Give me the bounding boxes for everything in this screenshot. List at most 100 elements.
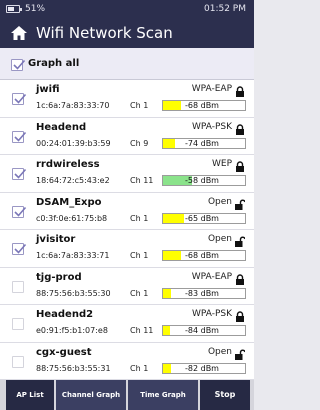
home-icon[interactable] (10, 25, 28, 41)
unlock-icon (235, 233, 246, 247)
network-checkbox[interactable] (12, 130, 27, 143)
signal-dbm: -82 dBm (185, 363, 219, 373)
signal-bar: -65 dBm (162, 212, 246, 224)
graph-all-toggle[interactable]: Graph all (0, 48, 254, 80)
network-ssid: jwifi (36, 84, 60, 95)
stop-button[interactable]: Stop (200, 380, 250, 410)
unlock-icon (235, 196, 246, 210)
status-bar: 51% 01:52 PM (0, 0, 254, 18)
network-ssid: tjg-prod (36, 271, 82, 283)
network-checkbox[interactable] (12, 355, 24, 368)
battery-percent: 51% (25, 4, 46, 14)
check-icon (14, 93, 27, 104)
network-security: WPA-PSK (192, 121, 232, 132)
signal-dbm: -83 dBm (185, 288, 219, 298)
signal-fill (163, 101, 182, 110)
network-mac: 00:24:01:39:b3:59 (36, 138, 111, 148)
network-security: WPA-EAP (191, 271, 232, 282)
network-ssid: rrdwireless (36, 159, 100, 170)
signal-fill (163, 363, 172, 373)
page-title: Wifi Network Scan (36, 24, 173, 42)
signal-dbm: -74 dBm (185, 138, 219, 148)
signal-bar: -58 dBm (162, 175, 246, 186)
network-security: WEP (211, 159, 232, 169)
signal-bar: -68 dBm (162, 250, 246, 261)
signal-dbm: -84 dBm (185, 326, 219, 335)
network-security: Open (207, 346, 232, 357)
network-ssid: jvisitor (36, 234, 76, 245)
lock-icon (235, 308, 245, 322)
lock-icon (235, 121, 245, 135)
network-row[interactable]: Headend2 e0:91:f5:b1:07:e8 Ch 11 WPA-PSK -84… (0, 305, 254, 343)
signal-fill (163, 138, 176, 148)
signal-dbm: -65 dBm (185, 213, 219, 223)
network-mac: c0:3f:0e:61:75:b8 (36, 213, 108, 223)
network-channel: Ch 1 (130, 101, 149, 110)
signal-dbm: -58 dBm (185, 176, 219, 185)
check-icon (14, 206, 27, 217)
network-row[interactable]: Headend 00:24:01:39:b3:59 Ch 9 WPA-PSK -74 d… (0, 117, 254, 155)
network-security: WPA-PSK (192, 309, 232, 319)
network-row[interactable]: tjg-prod 88:75:56:b3:55:30 Ch 1 WPA-EAP -83 … (0, 267, 254, 305)
signal-fill (163, 288, 172, 298)
network-mac: 88:75:56:b3:55:30 (36, 288, 111, 298)
network-checkbox[interactable] (12, 243, 27, 255)
network-row[interactable]: rrdwireless 18:64:72:c5:43:e2 Ch 11 WEP -58 … (0, 155, 254, 193)
clock: 01:52 PM (204, 4, 246, 14)
tab-time-graph[interactable]: Time Graph (128, 380, 198, 410)
network-channel: Ch 1 (130, 251, 149, 260)
bottom-tab-bar: AP List Channel Graph Time Graph Stop (0, 380, 254, 410)
network-list: jwifi 1c:6a:7a:83:33:70 Ch 1 WPA-EAP -68 dBm… (0, 80, 254, 380)
network-ssid: DSAM_Expo (36, 196, 102, 208)
signal-dbm: -68 dBm (185, 101, 219, 110)
network-checkbox[interactable] (12, 318, 24, 330)
check-icon (14, 243, 27, 254)
title-bar: Wifi Network Scan (0, 18, 254, 48)
check-icon (13, 59, 26, 70)
network-channel: Ch 9 (130, 138, 149, 148)
signal-bar: -74 dBm (162, 137, 246, 149)
lock-icon (235, 271, 245, 285)
network-row[interactable]: jwifi 1c:6a:7a:83:33:70 Ch 1 WPA-EAP -68 dBm (0, 80, 254, 118)
network-mac: 18:64:72:c5:43:e2 (36, 176, 110, 185)
network-row[interactable]: cgx-guest 88:75:56:b3:55:31 Ch 1 Open -82 dB… (0, 342, 254, 380)
network-checkbox[interactable] (12, 205, 27, 218)
network-row[interactable]: DSAM_Expo c0:3f:0e:61:75:b8 Ch 1 Open -65 dB… (0, 192, 254, 230)
graph-all-label: Graph all (28, 58, 80, 69)
network-checkbox[interactable] (12, 93, 27, 105)
network-mac: 1c:6a:7a:83:33:71 (36, 251, 110, 260)
network-ssid: Headend2 (36, 309, 94, 320)
network-checkbox[interactable] (12, 168, 27, 180)
network-row[interactable]: jvisitor 1c:6a:7a:83:33:71 Ch 1 Open -68 dBm (0, 230, 254, 268)
network-channel: Ch 1 (130, 288, 149, 298)
network-mac: 1c:6a:7a:83:33:70 (36, 101, 110, 110)
signal-bar: -83 dBm (162, 287, 246, 299)
network-security: Open (207, 234, 232, 244)
network-mac: e0:91:f5:b1:07:e8 (36, 326, 108, 335)
signal-fill (163, 213, 184, 223)
signal-fill (163, 326, 170, 335)
network-mac: 88:75:56:b3:55:31 (36, 363, 111, 373)
signal-bar: -82 dBm (162, 362, 246, 374)
battery-icon (6, 5, 22, 13)
network-channel: Ch 11 (130, 176, 154, 185)
network-ssid: cgx-guest (36, 346, 92, 358)
tab-ap-list[interactable]: AP List (6, 380, 54, 410)
lock-icon (235, 83, 245, 97)
check-icon (14, 168, 27, 179)
signal-bar: -84 dBm (162, 325, 246, 336)
network-channel: Ch 11 (130, 326, 154, 335)
network-security: WPA-EAP (191, 84, 232, 94)
network-ssid: Headend (36, 121, 87, 133)
network-checkbox[interactable] (12, 280, 24, 293)
signal-dbm: -68 dBm (185, 251, 219, 260)
check-icon (14, 131, 27, 142)
network-security: Open (207, 196, 232, 207)
graph-all-checkbox[interactable] (11, 59, 26, 71)
signal-bar: -68 dBm (162, 100, 246, 111)
unlock-icon (235, 346, 246, 360)
network-channel: Ch 1 (130, 363, 149, 373)
lock-icon (235, 158, 245, 172)
tab-channel-graph[interactable]: Channel Graph (56, 380, 126, 410)
signal-fill (163, 251, 182, 260)
